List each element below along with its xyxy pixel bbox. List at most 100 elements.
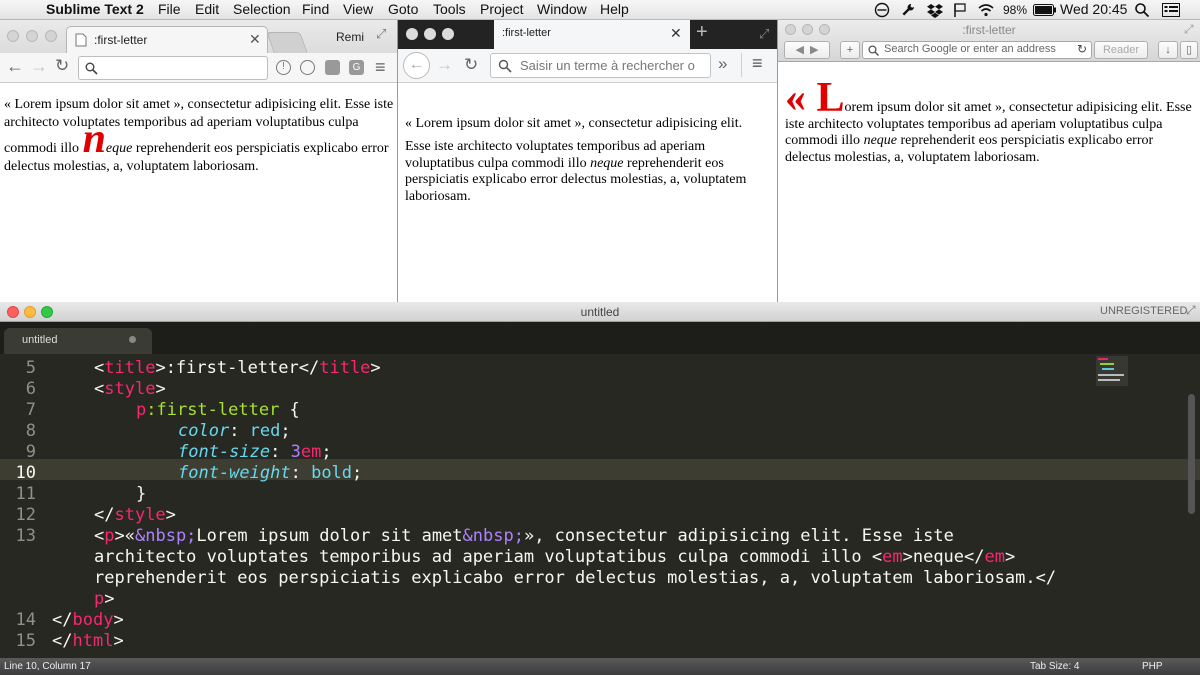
chrome-minimize-button[interactable] [26,30,38,42]
close-tab-icon[interactable]: ✕ [670,25,682,42]
wifi-icon[interactable] [977,2,995,18]
firefox-paragraph: Esse iste architecto voluptates temporib… [405,139,771,205]
unsaved-dot-icon[interactable] [129,336,136,343]
chrome-omnibox[interactable] [78,56,268,80]
sublime-editor[interactable]: 5 6 7 8 9 10 11 12 13 14 15 <title>:firs… [0,354,1200,658]
sublime-tab-untitled[interactable]: untitled [4,328,152,354]
chrome-window: :first-letter ✕ Remi ⤢ ← → ↻ ! G ≡ « Lor… [0,20,398,302]
firefox-para-em: neque [590,155,624,171]
minimap-line [1098,374,1124,376]
line-number: 11 [15,484,36,504]
line-number: 9 [25,442,36,462]
safari-back-forward[interactable]: ◀ ▶ [784,41,830,59]
search-icon [498,59,512,73]
code-line-13: <p>«&nbsp;Lorem ipsum dolor sit amet&nbs… [94,526,954,546]
reload-icon[interactable]: ↻ [1077,42,1087,56]
safari-reader-button[interactable]: Reader [1094,41,1148,59]
menubar-clock[interactable]: Wed 20:45 [1060,1,1127,17]
chrome-new-tab-button[interactable] [266,32,308,53]
menu-selection[interactable]: Selection [233,1,291,17]
reload-icon[interactable]: ↻ [464,55,478,75]
code-line-11: } [136,484,147,504]
reload-icon[interactable]: ↻ [55,56,69,76]
extension-icon[interactable] [325,60,340,75]
minimap-line [1100,363,1114,365]
minimap[interactable] [1096,356,1128,386]
notification-center-icon[interactable] [1162,3,1180,17]
menu-file[interactable]: File [158,1,181,17]
firefox-minimize-button[interactable] [424,28,436,40]
safari-download-icon[interactable]: ↓ [1158,41,1178,59]
line-number: 6 [25,379,36,399]
toolbar-divider [741,53,742,77]
overflow-chevron-icon[interactable]: » [718,54,727,74]
fullscreen-icon[interactable]: ⤢ [1184,22,1194,37]
line-number: 15 [15,631,36,651]
menu-view[interactable]: View [343,1,373,17]
chrome-zoom-button[interactable] [45,30,57,42]
block-extension-icon[interactable] [300,60,315,75]
fullscreen-icon[interactable]: ⤢ [1186,303,1196,318]
code-line-9: font-size: 3em; [178,442,332,462]
chrome-close-button[interactable] [7,30,19,42]
firefox-tab-active[interactable]: :first-letter ✕ [494,20,690,49]
code-line-13-wrap3: p> [94,589,115,609]
unregistered-label: UNREGISTERED [1100,305,1188,317]
menu-window[interactable]: Window [537,1,587,17]
fullscreen-icon[interactable]: ⤢ [759,26,769,42]
line-number-current: 10 [15,463,36,483]
do-not-disturb-icon[interactable] [874,2,890,18]
line-number: 5 [25,358,36,378]
menu-app-name[interactable]: Sublime Text 2 [46,1,144,17]
wrench-icon[interactable] [900,2,916,18]
tab-size-selector[interactable]: Tab Size: 4 [1030,658,1079,675]
safari-window: :first-letter ⤢ ◀ ▶ + Search Google or e… [778,20,1200,302]
sublime-statusbar: Line 10, Column 17 Tab Size: 4 PHP [0,658,1200,675]
minimap-line [1098,358,1108,360]
close-tab-icon[interactable]: ✕ [249,31,261,48]
menu-project[interactable]: Project [480,1,524,17]
sublime-titlebar: untitled UNREGISTERED ⤢ [0,302,1200,322]
menu-help[interactable]: Help [600,1,629,17]
spotlight-search-icon[interactable] [1134,2,1150,18]
firefox-search-box[interactable]: Saisir un terme à rechercher o [490,53,711,78]
chrome-tab-active[interactable]: :first-letter ✕ [66,26,268,53]
apple-icon[interactable] [10,2,26,18]
back-arrow-icon[interactable]: ← [403,52,430,79]
safari-add-button[interactable]: + [840,41,860,59]
safari-paragraph: « Lorem ipsum dolor sit amet », consecte… [785,77,1195,166]
vertical-scrollbar[interactable] [1188,394,1195,514]
safari-address-bar[interactable]: Search Google or enter an address ↻ [862,41,1092,59]
forward-arrow-icon[interactable]: → [436,55,453,75]
forward-arrow-icon[interactable]: → [30,56,48,77]
extension-g-icon[interactable]: G [349,60,364,75]
menu-tools[interactable]: Tools [433,1,466,17]
chrome-paragraph: « Lorem ipsum dolor sit amet », consecte… [4,96,396,176]
menu-goto[interactable]: Goto [388,1,418,17]
back-arrow-icon[interactable]: ← [6,56,24,77]
new-tab-plus-icon[interactable]: + [696,21,708,44]
firefox-paragraph-line1: « Lorem ipsum dolor sit amet », consecte… [405,116,743,131]
fullscreen-icon[interactable]: ⤢ [376,26,386,42]
chrome-menu-icon[interactable]: ≡ [375,57,386,78]
safari-sidebar-icon[interactable]: ▯ [1180,41,1198,59]
battery-icon[interactable] [1033,4,1057,16]
code-line-8: color: red; [178,421,291,441]
menu-find[interactable]: Find [302,1,329,17]
firefox-toolbar: ← → ↻ Saisir un terme à rechercher o » ≡ [398,49,777,83]
sublime-window: untitled UNREGISTERED ⤢ untitled 5 6 7 8… [0,302,1200,675]
flag-icon[interactable] [952,2,968,18]
cursor-position: Line 10, Column 17 [4,661,91,672]
hamburger-menu-icon[interactable]: ≡ [752,53,763,74]
menu-edit[interactable]: Edit [195,1,219,17]
mac-menubar: Sublime Text 2 File Edit Selection Find … [0,0,1200,20]
firefox-close-button[interactable] [406,28,418,40]
safari-titlebar: :first-letter ⤢ ◀ ▶ + Search Google or e… [778,20,1200,62]
firefox-zoom-button[interactable] [442,28,454,40]
dropbox-icon[interactable] [926,2,944,18]
syntax-selector[interactable]: PHP [1142,658,1163,675]
code-line-10: font-weight: bold; [178,463,363,483]
info-extension-icon[interactable]: ! [276,60,291,75]
code-line-7: p:first-letter { [136,400,300,420]
chrome-profile-name[interactable]: Remi [336,30,364,44]
